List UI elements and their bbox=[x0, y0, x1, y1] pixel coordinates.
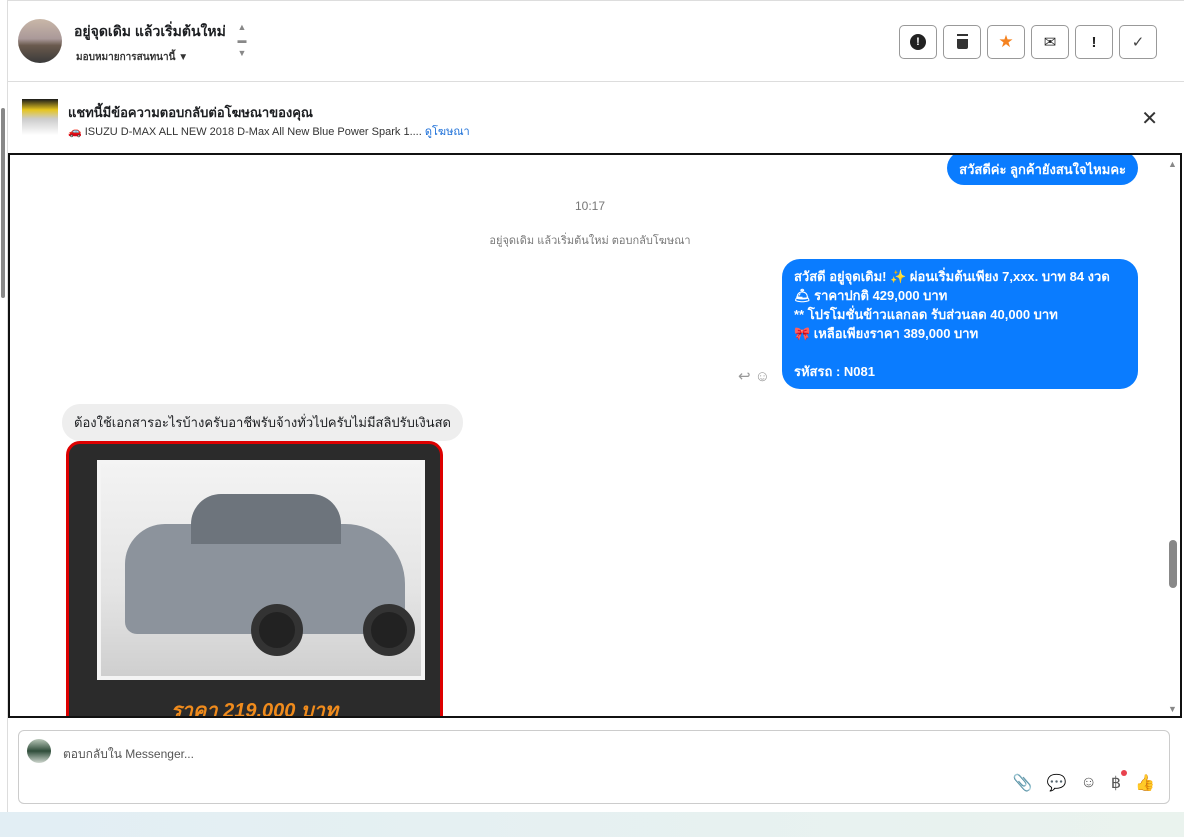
arrow-up-icon[interactable]: ▲ bbox=[236, 21, 248, 34]
composer-toolbar: 📎 💬 ☺ ฿ 👍 bbox=[1013, 773, 1155, 793]
mark-unread-button[interactable]: ✉ bbox=[1031, 25, 1069, 59]
scroll-up-icon[interactable]: ▲ bbox=[1168, 159, 1177, 169]
incoming-image[interactable]: ราคา 219,000 บาท bbox=[66, 441, 443, 718]
saved-replies-icon[interactable]: 💬 bbox=[1047, 773, 1067, 793]
close-icon[interactable]: ✕ bbox=[1141, 106, 1158, 131]
page-avatar bbox=[27, 739, 51, 763]
ad-reply-banner: แชทนี้มีข้อความตอบกลับต่อโฆษณาของคุณ 🚗 I… bbox=[8, 82, 1184, 152]
outgoing-message: สวัสดี อยู่จุดเดิม! ✨ ผ่อนเริ่มต้นเพียง … bbox=[782, 259, 1138, 389]
reply-composer[interactable]: ตอบกลับใน Messenger... 📎 💬 ☺ ฿ 👍 bbox=[18, 730, 1170, 804]
view-ad-link[interactable]: ดูโฆษณา bbox=[425, 126, 470, 138]
wheel-shape bbox=[363, 604, 415, 656]
thread-scrollbar[interactable]: ▲ ▼ bbox=[1166, 155, 1180, 716]
payment-baht-icon[interactable]: ฿ bbox=[1111, 773, 1121, 793]
attachment-icon[interactable]: 📎 bbox=[1013, 773, 1033, 793]
star-button[interactable]: ★ bbox=[987, 25, 1025, 59]
notification-dot bbox=[1121, 770, 1127, 776]
emoji-icon[interactable]: ☺ bbox=[1081, 774, 1097, 792]
mark-done-button[interactable]: ✓ bbox=[1119, 25, 1157, 59]
star-icon: ★ bbox=[998, 32, 1014, 51]
exclamation-icon: ! bbox=[1091, 33, 1097, 51]
message-actions: ↩ ☺ bbox=[738, 367, 770, 385]
avatar[interactable] bbox=[18, 19, 62, 63]
outgoing-message: สวัสดีค่ะ ลูกค้ายังสนใจไหมคะ bbox=[947, 155, 1138, 185]
incoming-message: ต้องใช้เอกสารอะไรบ้างครับอาชีพรับจ้างทั่… bbox=[62, 404, 463, 441]
image-price-text: ราคา 219,000 บาท bbox=[170, 700, 339, 718]
trash-icon bbox=[956, 35, 968, 49]
assign-label: มอบหมายการสนทนานี้ bbox=[76, 52, 176, 63]
footer-background bbox=[0, 812, 1184, 837]
ad-thumbnail[interactable] bbox=[22, 99, 58, 135]
truck-cab-shape bbox=[191, 494, 341, 544]
caret-down-icon: ▼ bbox=[178, 52, 189, 63]
conversation-header: อยู่จุดเดิม แล้วเริ่มต้นใหม่ มอบหมายการส… bbox=[8, 0, 1184, 82]
car-photo bbox=[97, 460, 425, 680]
wheel-shape bbox=[251, 604, 303, 656]
arrow-down-icon[interactable]: ▼ bbox=[236, 47, 248, 60]
scrollbar-thumb[interactable] bbox=[1169, 540, 1177, 588]
emoji-react-icon[interactable]: ☺ bbox=[755, 368, 770, 385]
alert-circle-icon: ! bbox=[910, 34, 926, 50]
message-timestamp: 10:17 bbox=[574, 199, 606, 213]
left-scrollbar[interactable] bbox=[0, 0, 8, 837]
envelope-open-icon: ✉ bbox=[1043, 34, 1057, 51]
mark-spam-button[interactable]: ! bbox=[899, 25, 937, 59]
action-toolbar: ! ★ ✉ ! ✓ bbox=[899, 25, 1157, 59]
contact-name[interactable]: อยู่จุดเดิม แล้วเริ่มต้นใหม่ bbox=[74, 21, 226, 43]
delete-button[interactable] bbox=[943, 25, 981, 59]
reply-input[interactable]: ตอบกลับใน Messenger... bbox=[63, 745, 194, 764]
assign-conversation-dropdown[interactable]: มอบหมายการสนทนานี้ ▼ bbox=[76, 50, 188, 65]
dot-icon: ▬ bbox=[237, 35, 247, 45]
ad-banner-title: แชทนี้มีข้อความตอบกลับต่อโฆษณาของคุณ bbox=[68, 105, 313, 120]
thumbs-up-icon[interactable]: 👍 bbox=[1135, 773, 1155, 793]
scrollbar-thumb[interactable] bbox=[1, 108, 5, 298]
message-thread: สวัสดีค่ะ ลูกค้ายังสนใจไหมคะ 10:17 อยู่จ… bbox=[8, 153, 1182, 718]
ad-subtitle: 🚗 ISUZU D-MAX ALL NEW 2018 D-Max All New… bbox=[68, 122, 470, 140]
scroll-down-icon[interactable]: ▼ bbox=[1168, 704, 1177, 714]
reply-icon[interactable]: ↩ bbox=[738, 368, 751, 385]
navigate-conversation-control[interactable]: ▲ ▬ ▼ bbox=[236, 21, 248, 60]
follow-up-button[interactable]: ! bbox=[1075, 25, 1113, 59]
ad-name: 🚗 ISUZU D-MAX ALL NEW 2018 D-Max All New… bbox=[68, 126, 422, 138]
system-notice: อยู่จุดเดิม แล้วเริ่มต้นใหม่ ตอบกลับโฆษณ… bbox=[489, 235, 691, 247]
check-icon: ✓ bbox=[1131, 34, 1145, 51]
